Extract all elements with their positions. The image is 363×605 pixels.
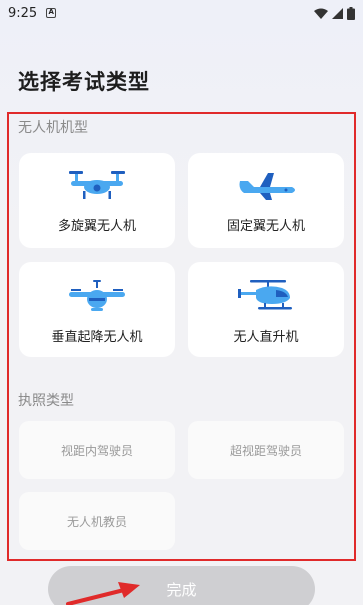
signal-icon: [332, 7, 343, 19]
card-vtol[interactable]: 垂直起降无人机: [19, 262, 175, 357]
license-option-vlos-pilot[interactable]: 视距内驾驶员: [19, 421, 175, 479]
status-time: 9:25: [8, 5, 38, 21]
license-option-bvlos-pilot[interactable]: 超视距驾驶员: [188, 421, 344, 479]
multirotor-drone-icon: [69, 171, 125, 199]
license-section-label: 执照类型: [18, 393, 74, 409]
card-vtol-label: 垂直起降无人机: [51, 330, 143, 345]
card-multirotor-label: 多旋翼无人机: [57, 219, 136, 234]
wifi-icon: [314, 8, 328, 19]
card-fixed-wing-label: 固定翼无人机: [226, 219, 305, 234]
status-icons: [314, 6, 355, 20]
card-multirotor[interactable]: 多旋翼无人机: [19, 153, 175, 248]
license-option-instructor[interactable]: 无人机教员: [19, 492, 175, 550]
card-helicopter[interactable]: 无人直升机: [188, 262, 344, 357]
drone-section-label: 无人机机型: [18, 120, 88, 136]
battery-icon: [347, 6, 355, 20]
annotation-arrow-icon: [66, 582, 140, 605]
card-helicopter-label: 无人直升机: [233, 330, 299, 345]
helicopter-drone-icon: [238, 280, 292, 310]
page-title: 选择考试类型: [18, 70, 150, 94]
notification-icon: A: [46, 8, 57, 18]
card-fixed-wing[interactable]: 固定翼无人机: [188, 153, 344, 248]
status-bar: 9:25 A: [0, 0, 363, 26]
fixed-wing-drone-icon: [239, 173, 295, 200]
vtol-drone-icon: [69, 280, 125, 311]
